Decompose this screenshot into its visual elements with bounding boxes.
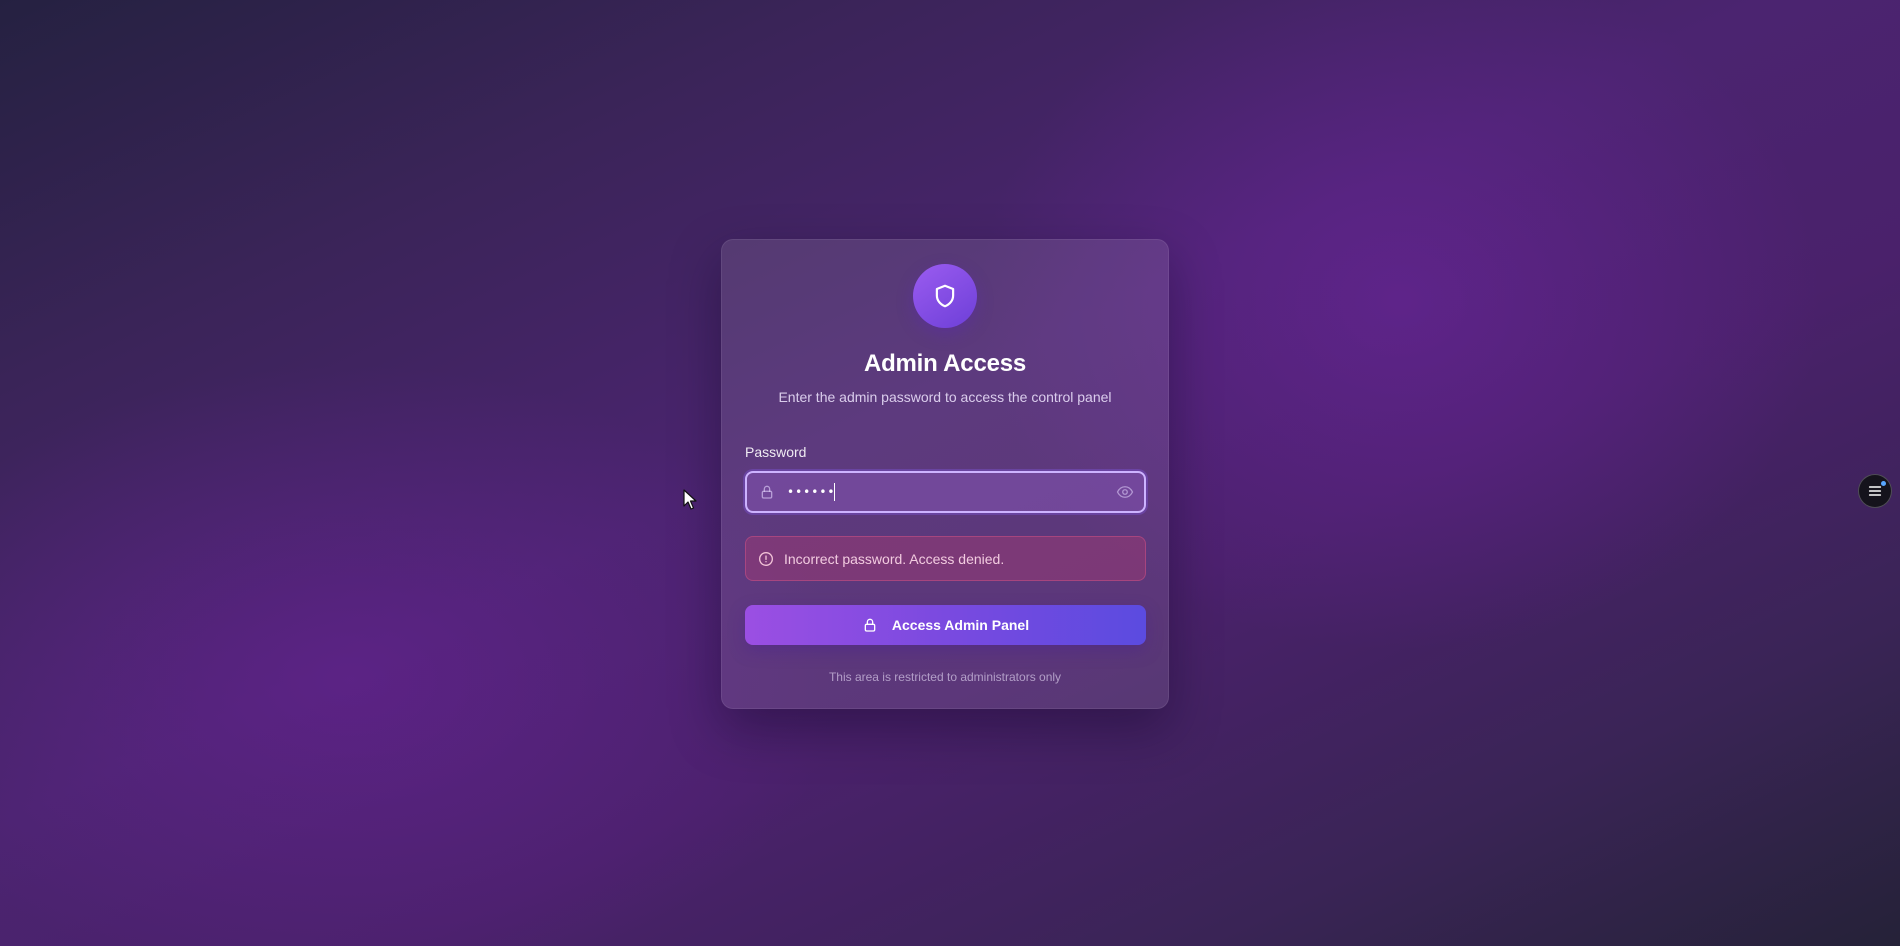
restriction-note: This area is restricted to administrator… (828, 670, 1062, 684)
page-title: Admin Access (863, 350, 1027, 377)
shield-badge (913, 264, 977, 328)
text-caret (834, 483, 835, 501)
menu-icon (1868, 486, 1882, 496)
password-field[interactable] (745, 471, 1146, 513)
eye-icon[interactable] (1116, 483, 1134, 501)
lock-icon (864, 618, 876, 632)
lock-icon (761, 485, 773, 499)
error-message: Incorrect password. Access denied. (784, 550, 1005, 567)
access-admin-panel-button[interactable]: Access Admin Panel (745, 605, 1146, 645)
shield-icon (935, 284, 955, 308)
error-alert: Incorrect password. Access denied. (745, 536, 1146, 581)
mouse-cursor-icon (683, 489, 697, 510)
button-label: Access Admin Panel (891, 617, 1030, 633)
password-label: Password (745, 444, 807, 460)
page-subtitle: Enter the admin password to access the c… (778, 389, 1112, 405)
notification-dot (1881, 481, 1886, 486)
alert-circle-icon (759, 551, 773, 566)
floating-menu-button[interactable] (1858, 474, 1892, 508)
admin-login-card: Admin Access Enter the admin password to… (721, 239, 1169, 709)
password-input[interactable] (787, 473, 1087, 511)
